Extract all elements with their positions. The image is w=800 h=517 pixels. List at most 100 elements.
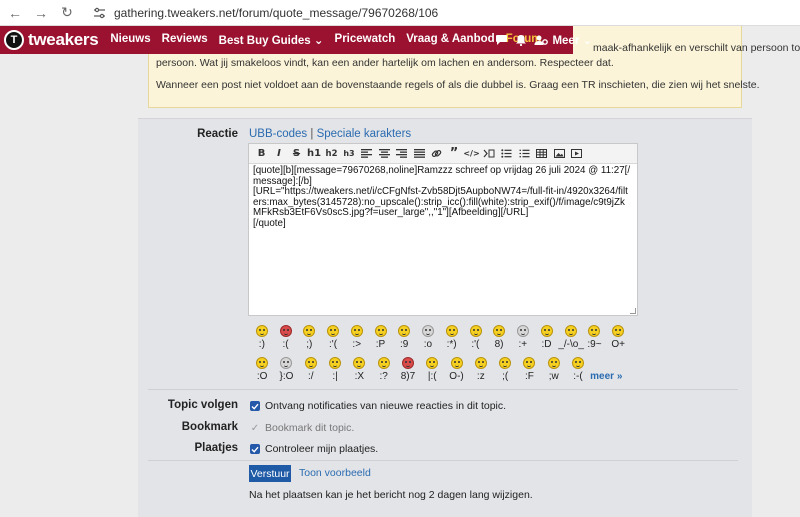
heading2-button[interactable]: h2 (323, 147, 340, 161)
smiley-cool-icon[interactable] (488, 323, 512, 339)
nav-item-vraag-aanbod[interactable]: Vraag & Aanbod (406, 33, 494, 47)
smiley-wave-icon[interactable] (542, 355, 566, 371)
spoiler-icon[interactable] (481, 147, 498, 161)
smiley-love-icon[interactable] (606, 323, 630, 339)
table-icon[interactable] (533, 147, 550, 161)
smiley-cry-icon[interactable] (321, 323, 345, 339)
preview-link[interactable]: Toon voorbeeld (299, 467, 371, 479)
smiley-laugh-icon[interactable] (535, 323, 559, 339)
italic-button[interactable]: I (271, 147, 288, 161)
smiley-silent-icon[interactable] (347, 355, 371, 371)
submit-button[interactable]: Verstuur (249, 465, 291, 482)
editor-toolbar: B I S h1 h2 h3 ” </> (249, 144, 637, 164)
message-textarea[interactable]: [quote][b][message=79670268,noline]Ramzz… (249, 164, 637, 316)
smiley-angel-icon[interactable] (444, 355, 468, 371)
messages-icon[interactable] (492, 34, 510, 46)
smiley-angry-icon[interactable] (274, 323, 298, 339)
images-checkbox[interactable] (250, 444, 260, 454)
link-icon[interactable] (428, 147, 445, 161)
nav-item-pricewatch[interactable]: Pricewatch (335, 33, 396, 47)
smiley-code: :? (379, 371, 388, 382)
smiley-neutral-icon[interactable] (323, 355, 347, 371)
smiley-code: :+ (518, 339, 528, 350)
numbered-list-icon[interactable] (516, 147, 533, 161)
smiley-devil-icon[interactable] (274, 355, 298, 371)
notifications-icon[interactable] (512, 34, 530, 46)
bookmark-text: Bookmark dit topic. (265, 422, 355, 434)
ubb-codes-link[interactable]: UBB-codes (249, 128, 307, 140)
page-content: maak-afhankelijk en verschilt van persoo… (138, 26, 800, 517)
tweakers-logo[interactable]: T tweakers (4, 30, 99, 50)
topic-follow-checkbox[interactable] (250, 401, 260, 411)
more-smilies-link[interactable]: meer » (590, 371, 622, 387)
nav-item-nieuws[interactable]: Nieuws (110, 33, 150, 47)
smiley-sad-icon[interactable] (464, 323, 488, 339)
smiley-blush-icon[interactable] (440, 323, 464, 339)
address-bar[interactable]: gathering.tweakers.net/forum/quote_messa… (92, 6, 438, 20)
smiley-tear-icon[interactable] (493, 355, 517, 371)
smiley-drool-icon[interactable] (583, 323, 607, 339)
topic-follow-option[interactable]: Ontvang notificaties van nieuwe reacties… (250, 400, 506, 412)
smiley-code: :O (256, 371, 268, 382)
strikethrough-button[interactable]: S (288, 147, 305, 161)
smiley-code: :F (524, 371, 534, 382)
align-justify-icon[interactable] (411, 147, 428, 161)
bulleted-list-icon[interactable] (498, 147, 515, 161)
user-settings-icon[interactable] (532, 34, 550, 46)
site-info-icon[interactable] (92, 6, 106, 20)
images-label: Plaatjes (194, 442, 238, 454)
nav-item-reviews[interactable]: Reviews (162, 33, 208, 47)
smiley-code: ;) (306, 339, 313, 350)
smiley-yummy-icon[interactable] (393, 323, 417, 339)
images-text: Controleer mijn plaatjes. (265, 443, 379, 455)
smiley-code: ;( (502, 371, 509, 382)
smiley-wink-icon[interactable] (298, 323, 322, 339)
smiley-codes-row: :):(;):'(:>:P:9:o:*):'(8):+:D _/-\o_:9~ O+ (250, 339, 630, 355)
smiley-pout-icon[interactable] (566, 355, 590, 371)
bold-button[interactable]: B (253, 147, 270, 161)
align-center-icon[interactable] (376, 147, 393, 161)
heading3-button[interactable]: h3 (341, 147, 358, 161)
nav-item-meer[interactable]: Meer ⌄ (552, 33, 592, 47)
back-icon[interactable]: ← (4, 2, 26, 24)
smiley-code: :> (352, 339, 362, 350)
quote-icon[interactable]: ” (446, 146, 463, 161)
smiley-bow-icon[interactable] (559, 323, 583, 339)
smiley-hammer-icon[interactable] (396, 355, 420, 371)
smiley-smile-icon[interactable] (250, 323, 274, 339)
smiley-tongue-icon[interactable] (369, 323, 393, 339)
smiley-frown-icon[interactable] (420, 355, 444, 371)
smiley-sleep-icon[interactable] (469, 355, 493, 371)
smiley-plus-icon[interactable] (511, 323, 535, 339)
smiley-surprised-icon[interactable] (416, 323, 440, 339)
smiley-grin-icon[interactable] (345, 323, 369, 339)
code-icon[interactable]: </> (463, 147, 480, 161)
smiley-code: :| (332, 371, 338, 382)
heading1-button[interactable]: h1 (306, 147, 323, 161)
images-option[interactable]: Controleer mijn plaatjes. (250, 443, 378, 455)
smiley-code: :9 (400, 339, 409, 350)
reactie-label: Reactie (197, 128, 238, 140)
smiley-shock-icon[interactable] (250, 355, 274, 371)
divider (148, 460, 738, 461)
smiley-confused-icon[interactable] (371, 355, 395, 371)
align-left-icon[interactable] (358, 147, 375, 161)
smiley-code: 8)7 (400, 371, 416, 382)
image-icon[interactable] (551, 147, 568, 161)
forward-icon[interactable]: → (30, 2, 52, 24)
special-characters-link[interactable]: Speciale karakters (317, 128, 412, 140)
smiley-unsure-icon[interactable] (299, 355, 323, 371)
logo-text: tweakers (28, 30, 99, 49)
bookmark-checkbox: ✓ (250, 422, 260, 434)
smiley-code: :'( (329, 339, 338, 350)
smiley-code: 8) (494, 339, 504, 350)
url-text[interactable]: gathering.tweakers.net/forum/quote_messa… (114, 6, 438, 20)
smiley-finger-icon[interactable] (517, 355, 541, 371)
resize-handle[interactable] (630, 308, 636, 314)
nav-item-best-buy-guides[interactable]: Best Buy Guides ⌄ (219, 33, 324, 47)
message-editor: B I S h1 h2 h3 ” </> [quote][b][message=… (248, 143, 638, 316)
reload-icon[interactable]: ↻ (56, 2, 78, 24)
smiley-code: :X (354, 371, 365, 382)
video-icon[interactable] (568, 147, 585, 161)
align-right-icon[interactable] (393, 147, 410, 161)
